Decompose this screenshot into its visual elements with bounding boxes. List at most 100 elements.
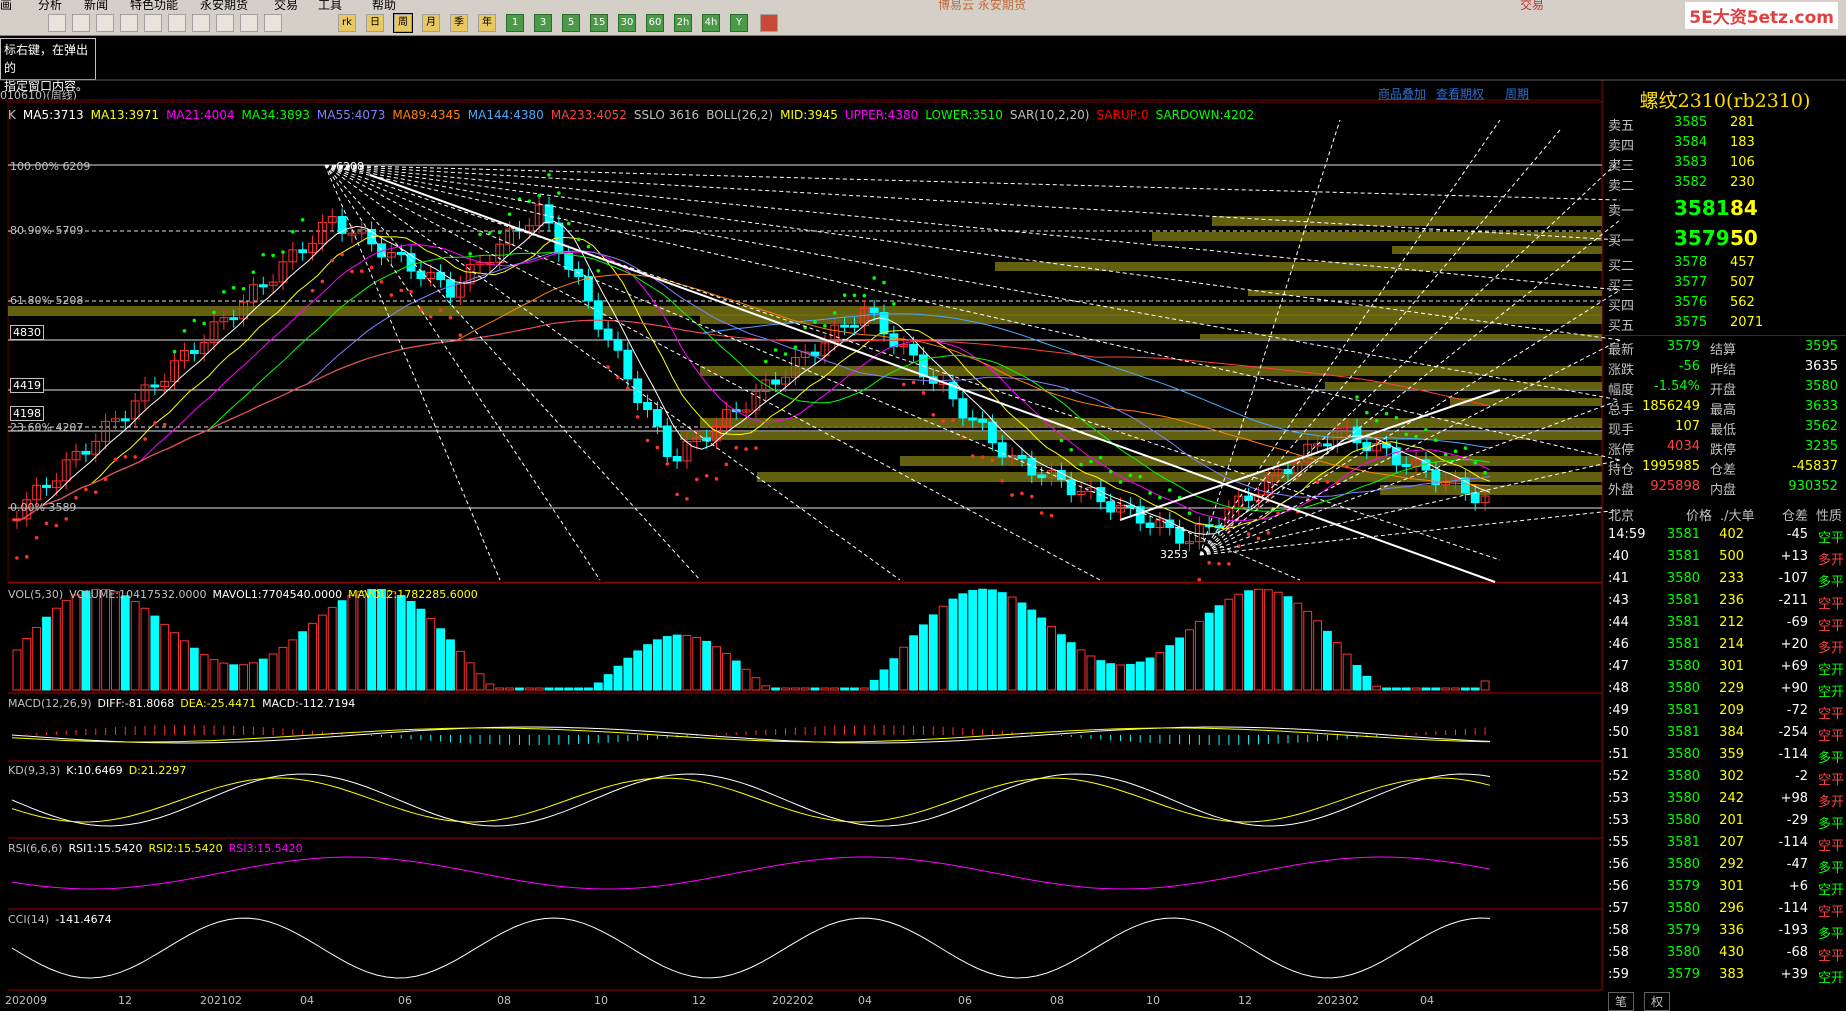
trade-time: :53 [1608,791,1629,806]
order-book-row[interactable]: 卖二 3582 230 [1604,173,1846,194]
x-axis-label: 10 [594,994,608,1007]
volume-bar [515,687,524,691]
order-book-row[interactable]: 卖一 3581 84 [1604,193,1846,223]
order-book-volume: 230 [1730,175,1755,190]
kd-legend: KD(9,3,3) K:10.6469 D:21.2297 [8,764,192,777]
volume-bar [672,634,682,691]
order-book-row[interactable]: 卖四 3584 183 [1604,133,1846,154]
order-book-row[interactable]: 买一 3579 50 [1604,223,1846,253]
sar-dot [586,244,591,249]
trade-diff: -114 [1778,747,1808,762]
sar-dot [438,308,443,313]
candle-body [987,421,997,444]
volume-bar [1185,629,1194,691]
volume-bar [367,588,377,691]
trade-row: :57 3580 296 -114 空平 [1604,898,1846,920]
volume-bar [1027,609,1037,691]
volume-bar [278,646,288,691]
volume-bar [111,591,120,691]
order-book-label: 买三 [1608,279,1635,294]
stat-label: 仓差 [1710,463,1737,478]
sar-dot [823,324,827,328]
order-book-volume: 106 [1730,155,1755,170]
sar-dot [212,310,216,315]
order-book-price: 3577 [1674,275,1708,290]
volume-bar [1303,610,1313,691]
order-book-row[interactable]: 买二 3578 457 [1604,253,1846,274]
trade-time: :53 [1608,813,1629,828]
sar-dot [44,521,49,526]
order-book-row[interactable]: 买四 3576 562 [1604,293,1846,314]
volume-bar [317,614,327,691]
sar-dot [93,490,98,494]
order-book-volume: 50 [1730,226,1758,250]
candle-body [623,349,633,380]
order-book-label: 卖二 [1608,179,1635,194]
sar-dot [1443,452,1448,457]
volume-bar [475,673,485,691]
sar-dot [1197,577,1202,582]
trade-type: 空平 [1817,729,1844,744]
bottom-tab[interactable]: 权 [1644,992,1671,1011]
candle-body [258,284,268,288]
stat-value: 3580 [1804,379,1838,394]
volume-bar [899,646,909,691]
fan-line [324,164,501,581]
trade-volume: 212 [1719,615,1744,630]
stat-label: 最高 [1710,403,1737,418]
order-book-volume: 457 [1730,255,1755,270]
order-book-row[interactable]: 卖五 3585 281 [1604,113,1846,134]
sar-dot [901,382,906,387]
bottom-tab[interactable]: 笔 [1608,992,1635,1011]
trade-price: 3580 [1666,769,1700,784]
volume-profile-bar [1392,246,1602,254]
stat-label: 总手 [1608,403,1635,418]
volume-bar [189,647,199,691]
volume-bar [495,687,505,691]
volume-bar [830,687,840,691]
sar-dot [202,321,206,326]
trade-type: 空平 [1817,531,1844,546]
fan-line [324,164,1621,401]
volume-bar [1421,687,1431,691]
volume-bar [199,654,209,691]
trade-volume: 402 [1719,527,1744,542]
trade-volume: 500 [1719,549,1744,564]
sar-dot [1030,494,1034,499]
sar-dot [1020,491,1024,496]
sar-dot [1000,478,1005,483]
volume-bar [416,608,426,691]
chart-canvas[interactable] [0,0,1846,1010]
order-book-row[interactable]: 卖三 3583 106 [1604,153,1846,174]
trade-time: :51 [1608,747,1629,762]
volume-bar [337,600,347,691]
order-book-row[interactable]: 买五 3575 2071 [1604,313,1846,334]
sar-dot [281,250,285,254]
trade-row: :48 3580 229 +90 空开 [1604,678,1846,700]
stat-label: 开盘 [1710,383,1737,398]
trade-row: :44 3581 212 -69 空平 [1604,612,1846,634]
sar-dot [103,477,108,482]
fib-level-label: 4419 [10,378,44,393]
sar-dot [507,212,512,216]
volume-profile-bar [1212,216,1602,226]
trade-row: :47 3580 301 +69 空开 [1604,656,1846,678]
order-book-row[interactable]: 买三 3577 507 [1604,273,1846,294]
trade-time: :59 [1608,967,1629,982]
sar-dot [872,276,876,280]
trade-diff: -47 [1786,857,1808,872]
macd-legend-item: DEA:-25.4471 [180,697,257,710]
stats-row: 幅度 -1.54% 开盘 3580 [1604,377,1846,398]
volume-bar [1293,602,1303,691]
order-book-price: 3582 [1674,175,1708,190]
order-book-label: 买四 [1608,299,1635,314]
sar-dot [931,413,936,417]
candle-body [662,425,672,457]
trade-type: 多平 [1817,927,1844,942]
volume-bar [1451,687,1460,691]
sar-dot [1256,536,1261,541]
x-axis-label: 202102 [200,994,242,1007]
sar-dot [24,555,29,559]
sar-dot [271,253,275,258]
sar-dot [1404,432,1409,437]
